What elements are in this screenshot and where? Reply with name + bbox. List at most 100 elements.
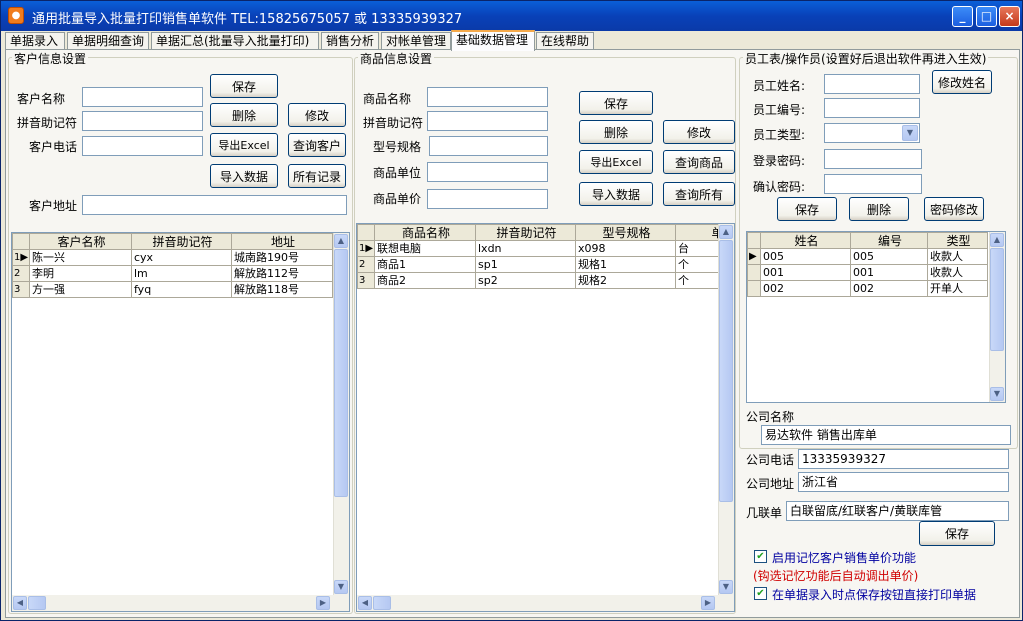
column-header-name[interactable]: 姓名 [761, 233, 851, 249]
product-model-input[interactable] [429, 136, 548, 156]
scroll-up-arrow-icon[interactable]: ▲ [990, 233, 1004, 247]
product-grid-vscroll[interactable]: ▲ ▼ [718, 224, 734, 595]
scroll-thumb[interactable] [990, 248, 1004, 351]
cell-employee-name[interactable]: 002 [761, 281, 851, 297]
scroll-thumb[interactable] [334, 249, 348, 497]
customer-import-button[interactable]: 导入数据 [210, 164, 278, 188]
employee-grid-vscroll[interactable]: ▲ ▼ [989, 232, 1005, 402]
cell-address[interactable]: 城南路190号 [232, 250, 333, 266]
scroll-down-arrow-icon[interactable]: ▼ [334, 580, 348, 594]
change-password-button[interactable]: 密码修改 [924, 197, 984, 221]
cell-employee-type[interactable]: 收款人 [928, 265, 988, 281]
customer-name-input[interactable] [82, 87, 203, 107]
cell-pinyin[interactable]: lxdn [476, 241, 576, 257]
product-pinyin-input[interactable] [427, 111, 548, 131]
product-delete-button[interactable]: 删除 [579, 120, 653, 144]
product-grid[interactable]: 商品名称 拼音助记符 型号规格 单 1▶ 联想电脑 lxdn x098 台 2 … [356, 223, 735, 612]
cell-product-name[interactable]: 商品2 [375, 273, 476, 289]
tab-order-detail-query[interactable]: 单据明细查询 [67, 32, 149, 50]
tab-statement[interactable]: 对帐单管理 [381, 32, 451, 50]
scroll-thumb[interactable] [719, 240, 733, 502]
cell-model[interactable]: 规格1 [576, 257, 676, 273]
confirm-password-input[interactable] [824, 174, 922, 194]
cell-employee-type[interactable]: 开单人 [928, 281, 988, 297]
column-header-id[interactable]: 编号 [851, 233, 928, 249]
tab-online-help[interactable]: 在线帮助 [536, 32, 594, 50]
scroll-up-arrow-icon[interactable]: ▲ [719, 225, 733, 239]
product-query-button[interactable]: 查询商品 [663, 150, 735, 174]
customer-pinyin-input[interactable] [82, 111, 203, 131]
tab-basic-data[interactable]: 基础数据管理 [451, 30, 535, 51]
customer-save-button[interactable]: 保存 [210, 74, 278, 98]
scroll-down-arrow-icon[interactable]: ▼ [719, 580, 733, 594]
customer-address-input[interactable] [82, 195, 347, 215]
employee-grid[interactable]: 姓名 编号 类型 ▶ 005 005 收款人 001 001 收款人 [746, 231, 1006, 403]
scroll-up-arrow-icon[interactable]: ▲ [334, 234, 348, 248]
column-header-pinyin[interactable]: 拼音助记符 [476, 225, 576, 241]
product-name-input[interactable] [427, 87, 548, 107]
scroll-left-arrow-icon[interactable]: ◀ [13, 596, 27, 610]
employee-type-select[interactable]: ▼ [824, 123, 920, 143]
customer-grid-vscroll[interactable]: ▲ ▼ [333, 233, 349, 595]
employee-name-input[interactable] [824, 74, 920, 94]
cell-model[interactable]: 规格2 [576, 273, 676, 289]
customer-grid-hscroll[interactable]: ◀ ▶ [12, 595, 349, 611]
print-on-save-checkbox[interactable]: ✔ [754, 587, 767, 600]
table-row[interactable]: 1▶ 联想电脑 lxdn x098 台 [358, 241, 736, 257]
cell-employee-name[interactable]: 001 [761, 265, 851, 281]
product-import-button[interactable]: 导入数据 [579, 182, 653, 206]
cell-pinyin[interactable]: lm [132, 266, 232, 282]
customer-delete-button[interactable]: 删除 [210, 103, 278, 127]
table-row[interactable]: 3 方一强 fyq 解放路118号 [13, 282, 333, 298]
close-button[interactable]: × [999, 6, 1020, 27]
customer-phone-input[interactable] [82, 136, 203, 156]
cell-employee-id[interactable]: 005 [851, 249, 928, 265]
product-query-all-button[interactable]: 查询所有 [663, 182, 735, 206]
remember-price-checkbox[interactable]: ✔ [754, 550, 767, 563]
tab-order-entry[interactable]: 单据录入 [5, 32, 65, 50]
maximize-button[interactable]: □ [976, 6, 997, 27]
employee-id-input[interactable] [824, 98, 920, 118]
company-save-button[interactable]: 保存 [919, 521, 995, 546]
copies-input[interactable]: 白联留底/红联客户/黄联库管 [786, 501, 1009, 521]
cell-address[interactable]: 解放路112号 [232, 266, 333, 282]
table-row[interactable]: 2 商品1 sp1 规格1 个 [358, 257, 736, 273]
cell-product-name[interactable]: 商品1 [375, 257, 476, 273]
table-row[interactable]: 1▶ 陈一兴 cyx 城南路190号 [13, 250, 333, 266]
table-row[interactable]: 002 002 开单人 [748, 281, 988, 297]
table-row[interactable]: 2 李明 lm 解放路112号 [13, 266, 333, 282]
company-phone-input[interactable]: 13335939327 [798, 449, 1009, 469]
customer-modify-button[interactable]: 修改 [288, 103, 346, 127]
cell-model[interactable]: x098 [576, 241, 676, 257]
scroll-down-arrow-icon[interactable]: ▼ [990, 387, 1004, 401]
login-password-input[interactable] [824, 149, 922, 169]
table-row[interactable]: 001 001 收款人 [748, 265, 988, 281]
cell-customer-name[interactable]: 陈一兴 [30, 250, 132, 266]
product-modify-button[interactable]: 修改 [663, 120, 735, 144]
product-price-input[interactable] [427, 189, 548, 209]
employee-save-button[interactable]: 保存 [777, 197, 837, 221]
cell-employee-name[interactable]: 005 [761, 249, 851, 265]
cell-pinyin[interactable]: cyx [132, 250, 232, 266]
column-header-model[interactable]: 型号规格 [576, 225, 676, 241]
column-header-address[interactable]: 地址 [232, 234, 333, 250]
cell-customer-name[interactable]: 李明 [30, 266, 132, 282]
table-row[interactable]: 3 商品2 sp2 规格2 个 [358, 273, 736, 289]
cell-pinyin[interactable]: sp1 [476, 257, 576, 273]
minimize-button[interactable]: _ [952, 6, 973, 27]
column-header-customer-name[interactable]: 客户名称 [30, 234, 132, 250]
employee-delete-button[interactable]: 删除 [849, 197, 909, 221]
tab-sales-analysis[interactable]: 销售分析 [321, 32, 379, 50]
cell-customer-name[interactable]: 方一强 [30, 282, 132, 298]
scroll-right-arrow-icon[interactable]: ▶ [316, 596, 330, 610]
cell-product-name[interactable]: 联想电脑 [375, 241, 476, 257]
table-row[interactable]: ▶ 005 005 收款人 [748, 249, 988, 265]
scroll-thumb[interactable] [373, 596, 391, 610]
column-header-type[interactable]: 类型 [928, 233, 988, 249]
product-save-button[interactable]: 保存 [579, 91, 653, 115]
tab-order-summary[interactable]: 单据汇总(批量导入批量打印) [151, 32, 319, 50]
product-grid-hscroll[interactable]: ◀ ▶ [357, 595, 734, 611]
rename-employee-button[interactable]: 修改姓名 [932, 70, 992, 94]
customer-all-records-button[interactable]: 所有记录 [288, 164, 346, 188]
title-bar[interactable]: ● 通用批量导入批量打印销售单软件 TEL:15825675057 或 1333… [1, 1, 1022, 31]
